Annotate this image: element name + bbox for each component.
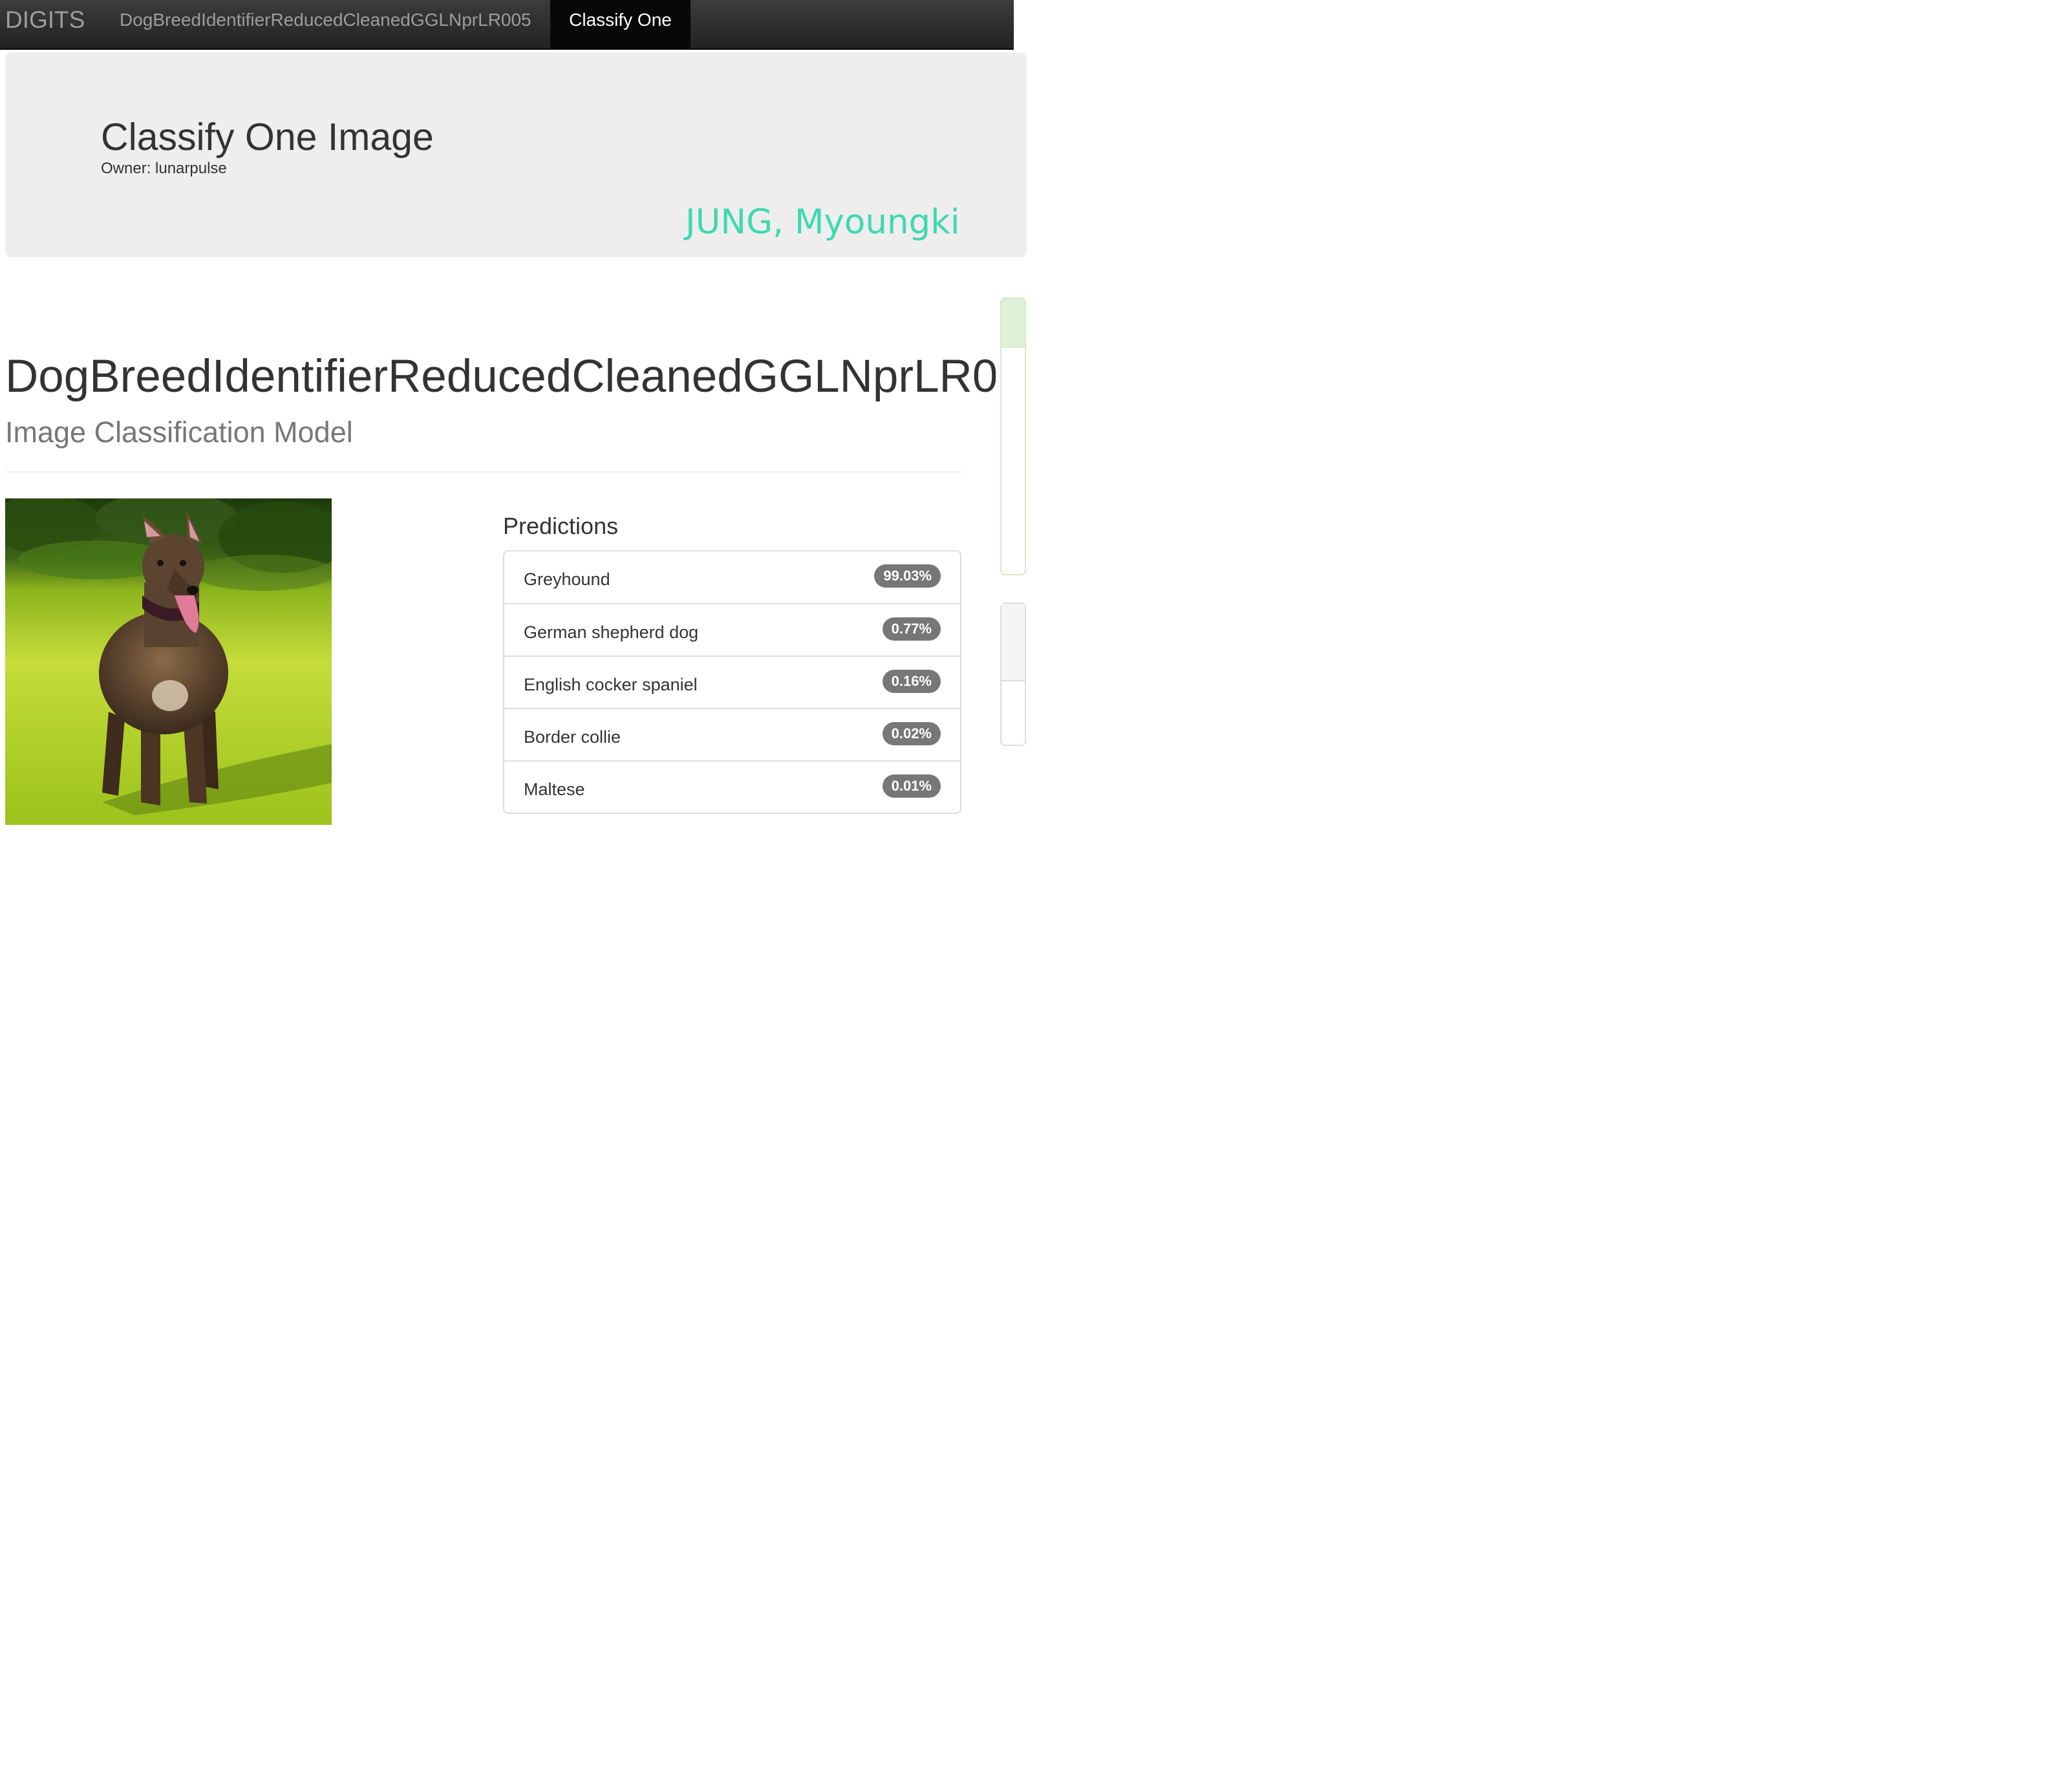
- list-item: German shepherd dog 0.77%: [504, 603, 960, 656]
- prediction-label: German shepherd dog: [524, 623, 699, 642]
- owner-text: Owner: lunarpulse: [101, 160, 227, 177]
- top-navbar: DIGITS DogBreedIdentifierReducedCleanedG…: [0, 0, 1014, 50]
- nav-link-model[interactable]: DogBreedIdentifierReducedCleanedGGLNprLR…: [120, 0, 531, 49]
- prediction-label: Border collie: [524, 727, 621, 747]
- prediction-percent-badge: 99.03%: [874, 564, 941, 588]
- brand-logo-link[interactable]: DIGITS: [5, 6, 85, 34]
- list-item: Greyhound 99.03%: [504, 551, 960, 603]
- page-title: Classify One Image: [101, 116, 434, 158]
- list-item: English cocker spaniel 0.16%: [504, 656, 960, 708]
- prediction-percent-badge: 0.01%: [882, 774, 941, 798]
- header-divider: [5, 471, 961, 473]
- predictions-list: Greyhound 99.03% German shepherd dog 0.7…: [503, 550, 961, 814]
- author-name: JUNG, Myoungki: [685, 202, 960, 242]
- side-panel-default-header: [1001, 604, 1025, 681]
- list-item: Border collie 0.02%: [504, 708, 960, 760]
- list-item: Maltese 0.01%: [504, 760, 960, 813]
- page-header-jumbotron: Classify One Image Owner: lunarpulse JUN…: [5, 52, 1027, 257]
- nav-link-classify-one[interactable]: Classify One: [550, 0, 691, 49]
- prediction-label: Greyhound: [524, 570, 610, 589]
- prediction-percent-badge: 0.02%: [882, 722, 941, 745]
- side-panel-success-header: [1001, 299, 1025, 348]
- prediction-label: Maltese: [524, 780, 585, 799]
- classified-image: [5, 498, 332, 825]
- side-panel-success: [1000, 297, 1026, 575]
- prediction-label: English cocker spaniel: [524, 675, 698, 694]
- prediction-percent-badge: 0.77%: [882, 617, 941, 641]
- side-panel-default: [1000, 603, 1026, 746]
- dog-photo-icon: [5, 498, 332, 825]
- prediction-percent-badge: 0.16%: [882, 670, 941, 693]
- predictions-heading: Predictions: [503, 513, 619, 539]
- model-type-subtitle: Image Classification Model: [5, 416, 353, 449]
- model-name-heading: DogBreedIdentifierReducedCleanedGGLNprLR…: [5, 351, 996, 402]
